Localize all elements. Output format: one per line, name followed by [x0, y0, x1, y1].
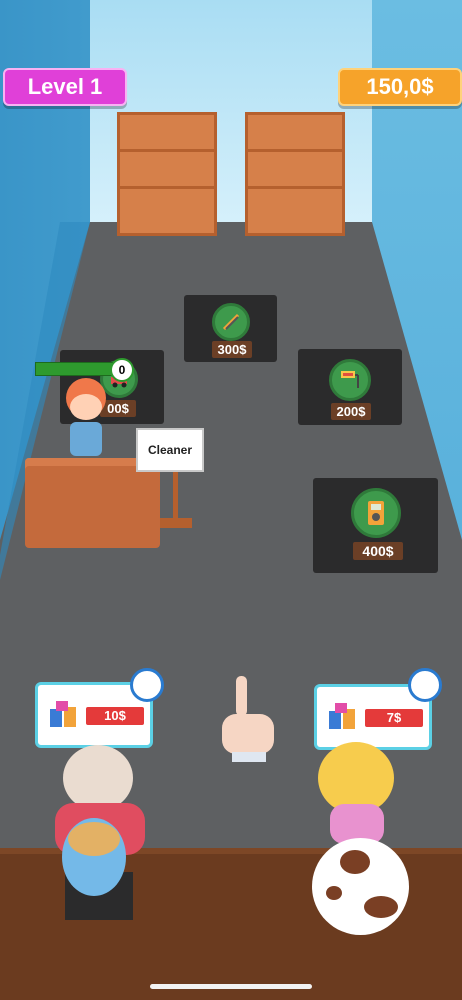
station-paint-roller[interactable]: 200$: [298, 349, 402, 425]
order-price: 10$: [86, 707, 144, 725]
order-timer: [408, 668, 442, 702]
worker-character[interactable]: [62, 378, 110, 458]
shelf-right: [245, 112, 345, 236]
role-sign: Cleaner: [136, 428, 204, 472]
multimeter-icon: [351, 488, 401, 538]
worker-progress-count: 0: [110, 358, 134, 382]
sign-base: [160, 518, 192, 528]
role-sign-label: Cleaner: [147, 443, 193, 457]
station-price: 300$: [212, 341, 252, 358]
vase-item[interactable]: [62, 818, 126, 896]
paint-roller-icon: [329, 359, 371, 401]
sign-post: [173, 465, 178, 525]
station-price: 400$: [353, 542, 403, 560]
level-badge: Level 1: [3, 68, 127, 106]
home-indicator[interactable]: [150, 984, 312, 989]
station-price: 200$: [331, 403, 371, 420]
cleaning-supplies-icon: [327, 699, 359, 731]
customer-character[interactable]: [316, 742, 396, 852]
money-label: 150,0$: [366, 74, 434, 99]
order-price: 7$: [365, 709, 423, 727]
pointing-hand-icon: [218, 676, 278, 766]
worker-progress-bar: [35, 362, 115, 376]
station-tweezers[interactable]: 300$: [184, 295, 277, 362]
cleaning-supplies-icon: [48, 697, 80, 729]
dirty-ball-item[interactable]: [312, 838, 409, 935]
order-timer: [130, 668, 164, 702]
money-badge: 150,0$: [338, 68, 462, 106]
shelf-left: [117, 112, 217, 236]
station-multimeter[interactable]: 400$: [313, 478, 438, 573]
tweezers-icon: [212, 303, 250, 341]
level-label: Level 1: [27, 74, 103, 99]
